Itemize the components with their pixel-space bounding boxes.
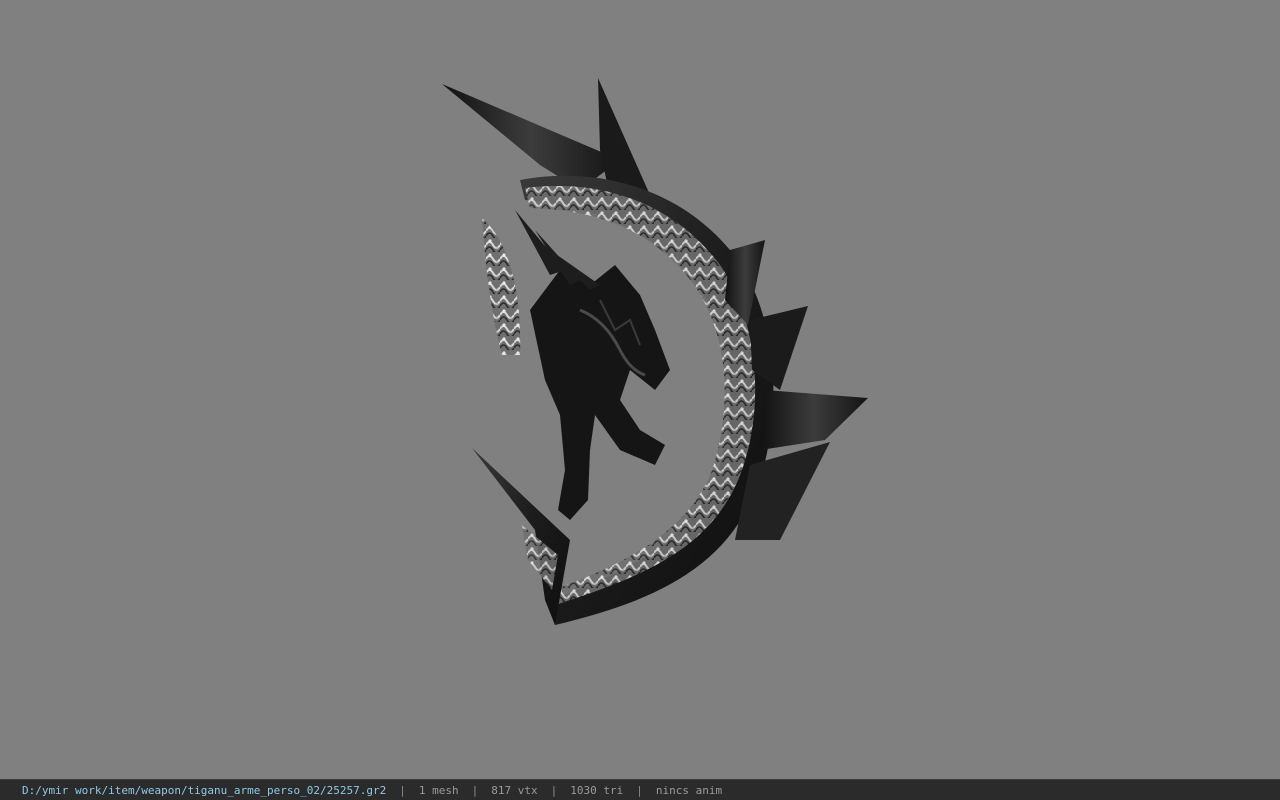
vertex-count: 817 vtx xyxy=(491,783,538,797)
mesh-count: 1 mesh xyxy=(418,783,459,797)
lower-tip xyxy=(472,448,570,625)
upper-spike xyxy=(442,84,620,190)
triangle-count: 1030 tri xyxy=(570,783,624,797)
dragon-head xyxy=(530,265,670,520)
weapon-model-render[interactable] xyxy=(430,70,890,650)
separator: | xyxy=(636,783,643,797)
separator: | xyxy=(550,783,558,797)
file-path: D:/ymir work/item/weapon/tiganu_arme_per… xyxy=(22,783,387,797)
model-viewport[interactable] xyxy=(0,0,1280,779)
left-blade xyxy=(482,218,521,355)
separator: | xyxy=(471,783,479,797)
separator: | xyxy=(399,783,406,797)
fin-3 xyxy=(760,390,868,450)
status-bar: D:/ymir work/item/weapon/tiganu_arme_per… xyxy=(0,779,1280,800)
animation-status: nincs anim xyxy=(655,783,723,797)
